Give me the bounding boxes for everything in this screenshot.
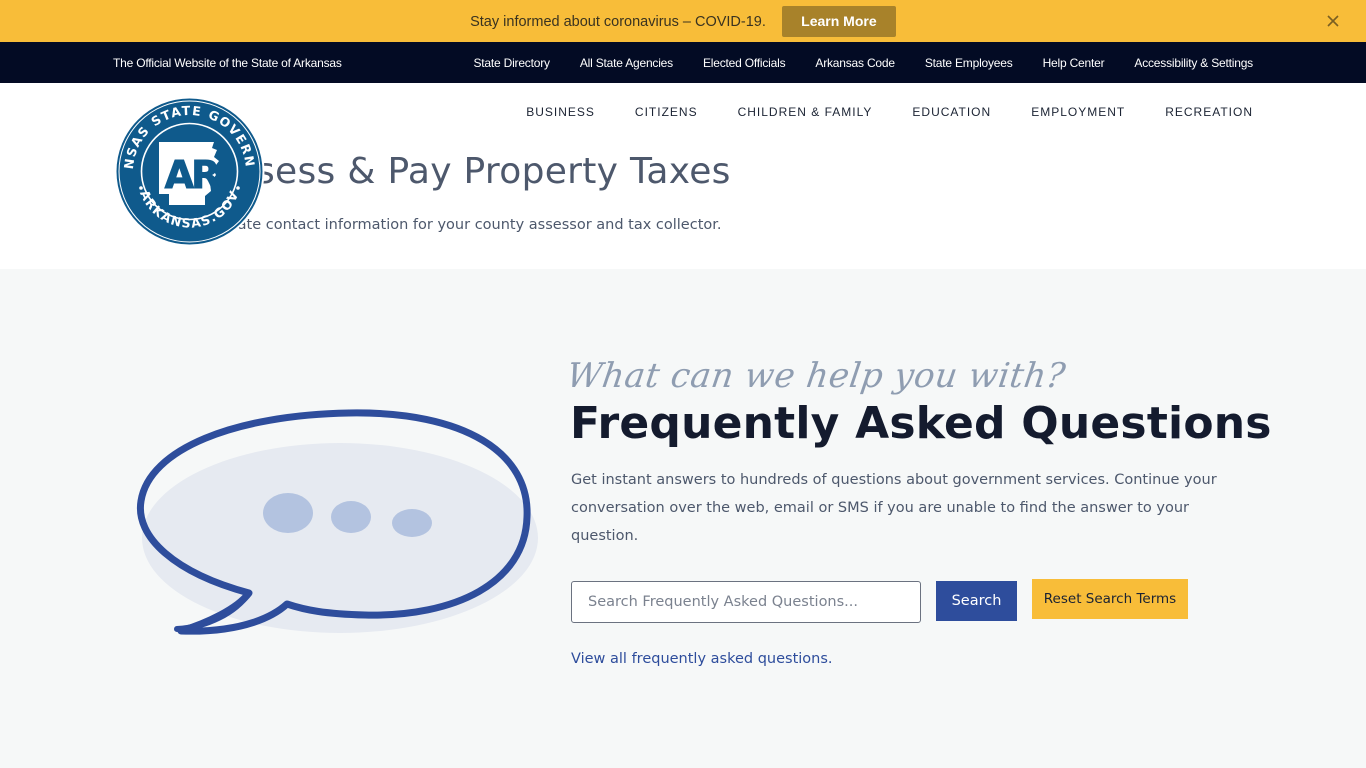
nav-business[interactable]: BUSINESS — [526, 105, 595, 119]
official-website-label: The Official Website of the State of Ark… — [113, 55, 342, 70]
util-link-arkansas-code[interactable]: Arkansas Code — [815, 56, 895, 70]
util-link-elected-officials[interactable]: Elected Officials — [703, 56, 786, 70]
page-title: Assess & Pay Property Taxes — [212, 151, 731, 192]
util-link-all-state-agencies[interactable]: All State Agencies — [580, 56, 673, 70]
nav-employment[interactable]: EMPLOYMENT — [1031, 105, 1125, 119]
arkansas-gov-logo[interactable]: ARKANSAS STATE GOVERNMENT ARKANSAS.GOV A… — [106, 83, 266, 248]
util-link-help-center[interactable]: Help Center — [1043, 56, 1105, 70]
close-icon[interactable] — [1326, 14, 1340, 28]
utility-links: State Directory All State Agencies Elect… — [443, 42, 1253, 83]
nav-children-family[interactable]: CHILDREN & FAMILY — [738, 105, 873, 119]
utility-bar: The Official Website of the State of Ark… — [0, 42, 1366, 83]
covid-alert-bar: Stay informed about coronavirus – COVID-… — [0, 0, 1366, 42]
learn-more-button[interactable]: Learn More — [781, 5, 896, 37]
reset-search-terms-button[interactable]: Reset Search Terms — [1032, 579, 1188, 619]
site-header: BUSINESS CITIZENS CHILDREN & FAMILY EDUC… — [0, 83, 1366, 269]
logo-monogram: AR — [165, 153, 220, 197]
nav-education[interactable]: EDUCATION — [912, 105, 991, 119]
page-subtitle: Locate contact information for your coun… — [213, 217, 722, 233]
faq-script-heading: What can we help you with? — [564, 356, 1069, 396]
faq-description: Get instant answers to hundreds of quest… — [571, 472, 1217, 544]
faq-title: Frequently Asked Questions — [570, 398, 1272, 449]
faq-search-button[interactable]: Search — [936, 581, 1017, 621]
chat-bubble-icon — [135, 405, 540, 643]
view-all-faqs-link[interactable]: View all frequently asked questions. — [571, 651, 833, 667]
util-link-state-directory[interactable]: State Directory — [473, 56, 550, 70]
util-link-state-employees[interactable]: State Employees — [925, 56, 1013, 70]
nav-recreation[interactable]: RECREATION — [1165, 105, 1253, 119]
alert-message: Stay informed about coronavirus – COVID-… — [470, 14, 766, 30]
main-nav: BUSINESS CITIZENS CHILDREN & FAMILY EDUC… — [486, 105, 1253, 119]
faq-search-input[interactable] — [571, 581, 921, 623]
nav-citizens[interactable]: CITIZENS — [635, 105, 698, 119]
util-link-accessibility-settings[interactable]: Accessibility & Settings — [1134, 56, 1253, 70]
